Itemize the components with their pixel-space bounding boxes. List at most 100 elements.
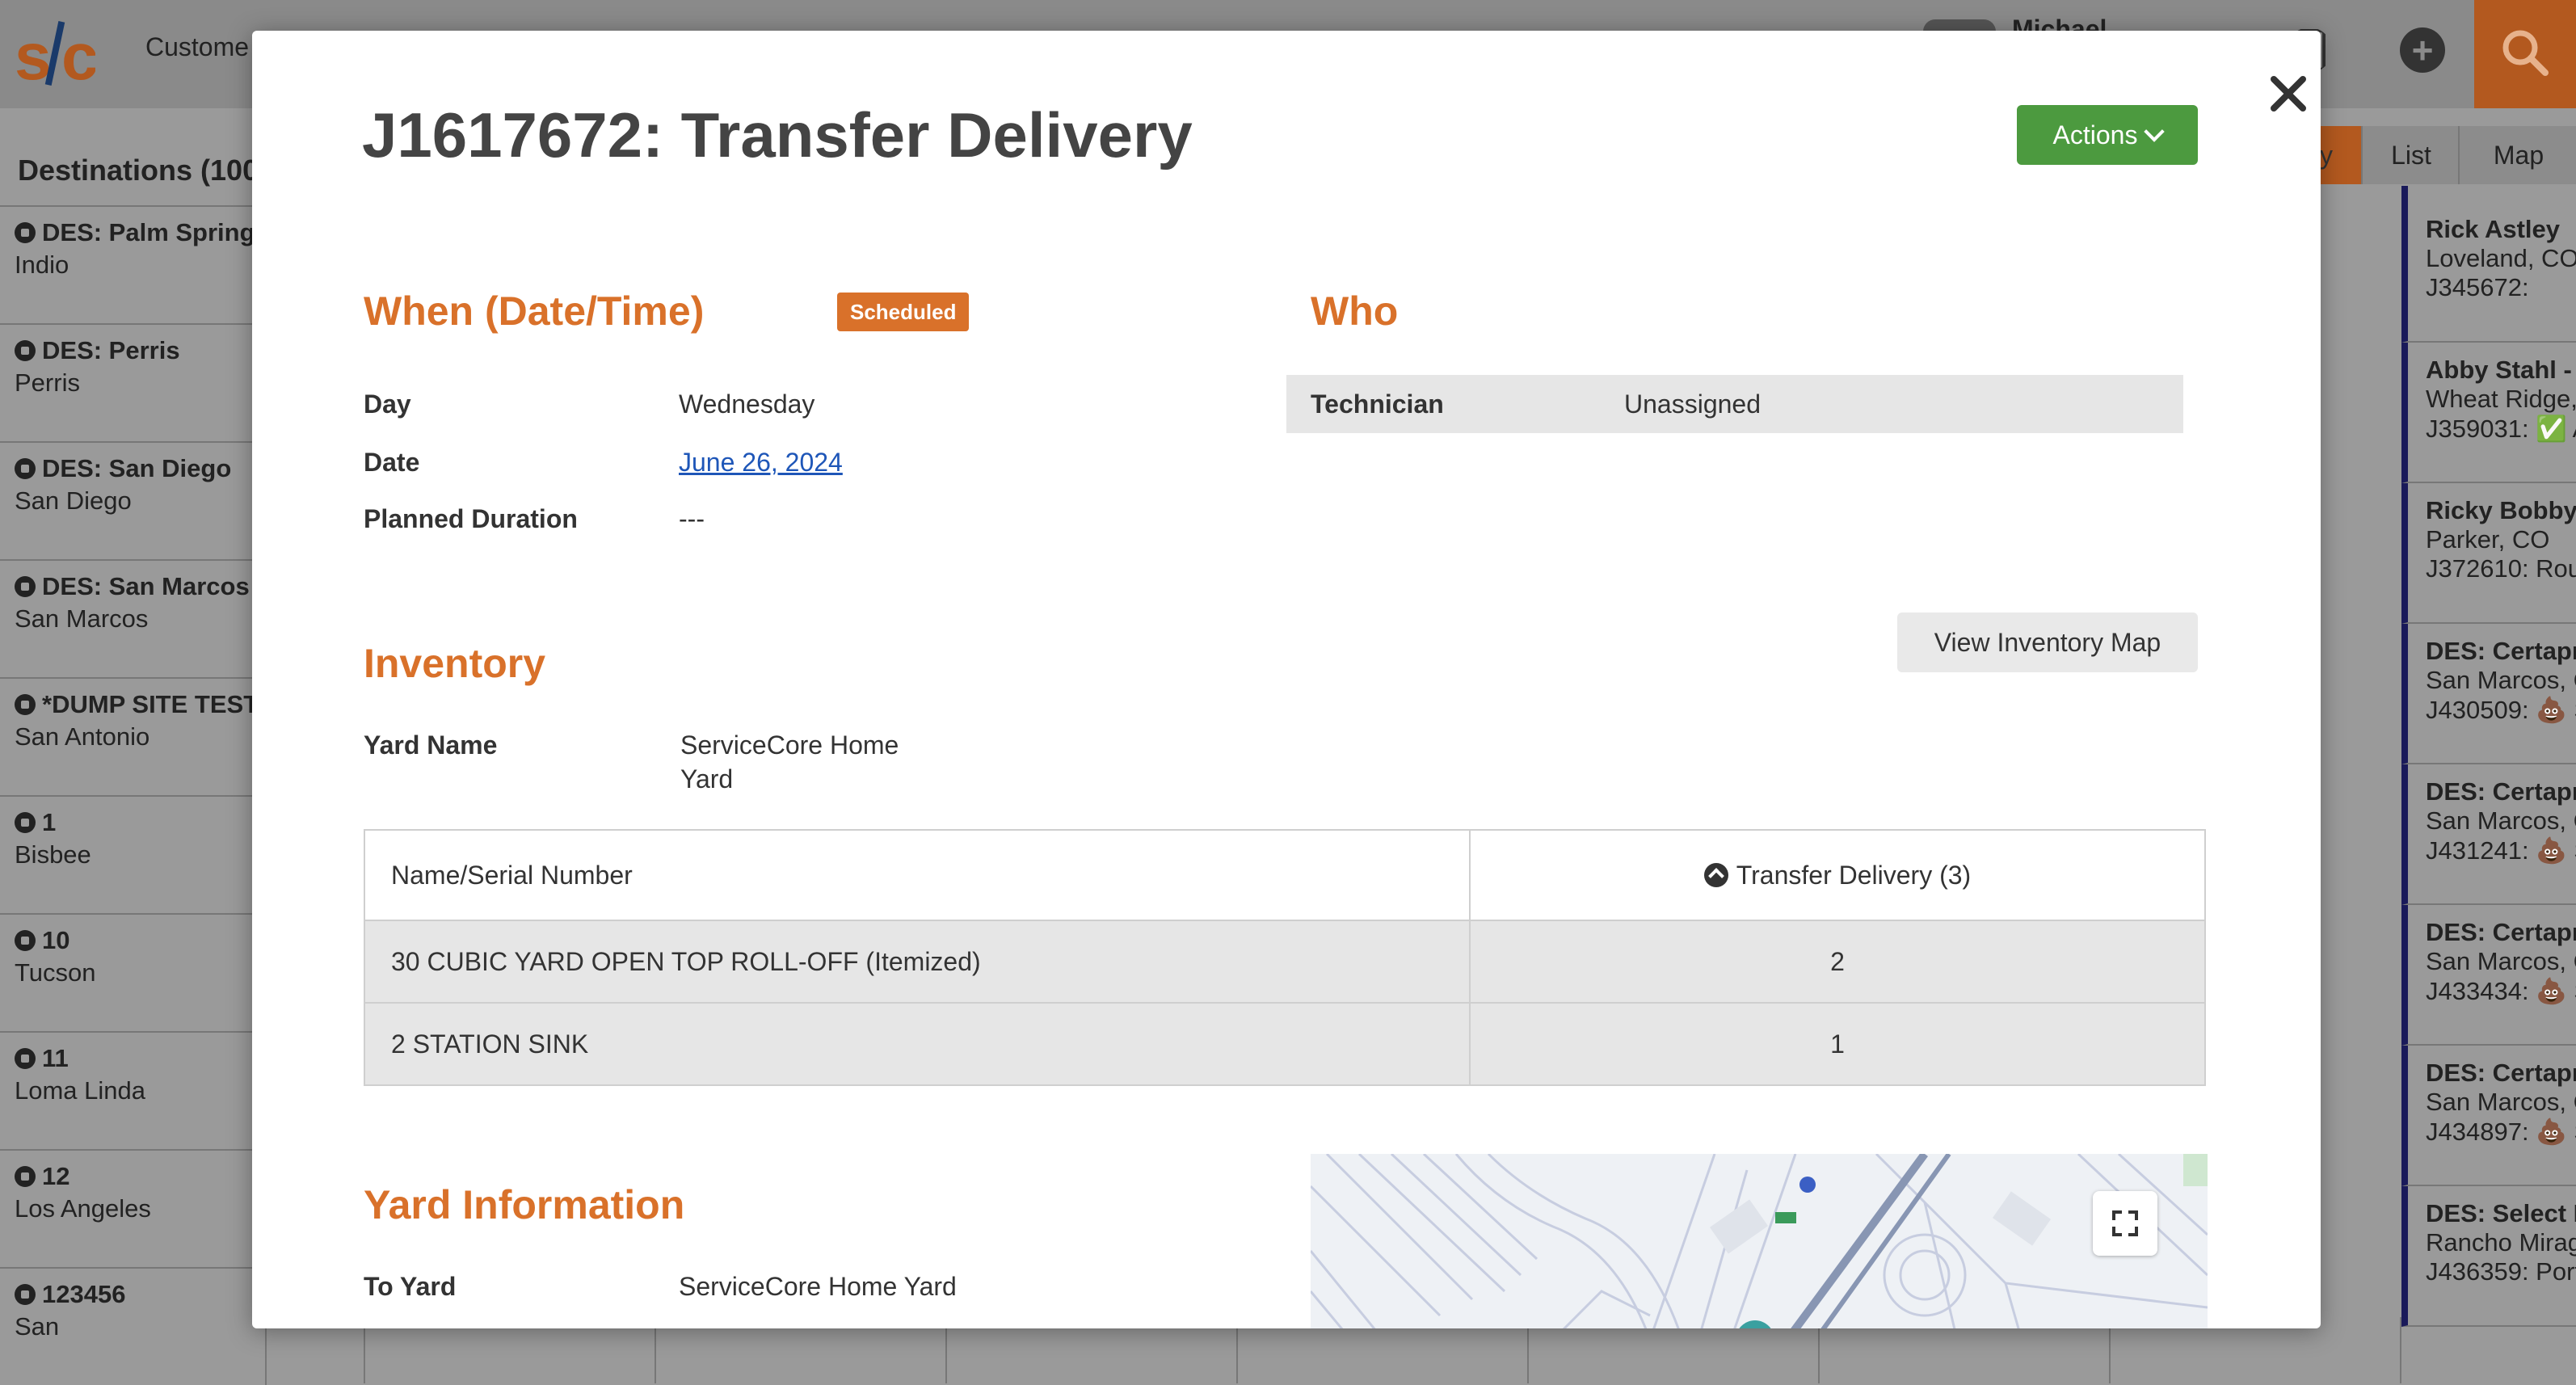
item-qty-cell: 2 xyxy=(1469,920,2206,1004)
list-item[interactable]: DES: San Marcos San Marcos xyxy=(0,559,267,677)
list-item[interactable]: 11 Loma Linda xyxy=(0,1031,267,1149)
stop-circle-icon xyxy=(15,694,36,715)
job-card-location: San Marcos, C xyxy=(2426,806,2576,835)
list-item[interactable]: 1 Bisbee xyxy=(0,795,267,913)
destination-city: San xyxy=(15,1312,60,1341)
destination-city: Indio xyxy=(15,250,69,279)
technician-value: Unassigned xyxy=(1624,389,1761,419)
servicecore-logo-icon[interactable]: s c xyxy=(15,16,95,91)
col-name-serial[interactable]: Name/Serial Number xyxy=(364,829,1471,921)
job-card[interactable]: DES: CertaproSan Marcos, CJ434897: 💩 Se xyxy=(2401,1046,2576,1186)
destination-name-text: 11 xyxy=(42,1044,69,1072)
job-card-name: DES: Select Po xyxy=(2426,1199,2576,1227)
job-card-location: San Marcos, C xyxy=(2426,1088,2576,1116)
destination-name-text: DES: San Marcos xyxy=(42,572,250,600)
list-item[interactable]: 10 Tucson xyxy=(0,913,267,1031)
search-icon xyxy=(2502,30,2549,76)
arrow-up-circle-icon xyxy=(1703,862,1728,887)
day-value: Wednesday xyxy=(679,389,815,419)
map-streets xyxy=(1311,1154,2208,1328)
job-card[interactable]: Ricky Bobby Parker, CO J372610: Rout xyxy=(2401,483,2576,624)
item-name-cell: 30 CUBIC YARD OPEN TOP ROLL-OFF (Itemize… xyxy=(364,920,1471,1004)
stop-circle-icon xyxy=(15,576,36,597)
destination-name-text: 12 xyxy=(42,1162,70,1190)
job-card-name: DES: Certapro xyxy=(2426,918,2576,946)
date-link[interactable]: June 26, 2024 xyxy=(679,448,843,478)
planned-duration-value: --- xyxy=(679,504,705,533)
destination-name: 12 xyxy=(15,1162,265,1191)
job-card-job: J430509: 💩 Se xyxy=(2426,696,2576,724)
list-item[interactable]: DES: Perris Perris xyxy=(0,323,267,441)
table-header-row: Name/Serial Number Transfer Delivery (3) xyxy=(364,829,2206,921)
to-yard-label: To Yard xyxy=(364,1272,457,1301)
job-list-panel: Rick Astley Loveland, CO J345672: Abby Stah… xyxy=(2401,202,2576,1327)
to-yard-value: ServiceCore Home Yard xyxy=(679,1272,957,1301)
list-item[interactable]: 12 Los Angeles xyxy=(0,1149,267,1267)
actions-label: Actions xyxy=(2052,120,2138,149)
fullscreen-button[interactable] xyxy=(2093,1191,2157,1256)
plus-icon[interactable]: + xyxy=(2400,27,2445,73)
nav-customers-link[interactable]: Custome xyxy=(145,32,249,62)
job-card-job: J359031: ✅ Ac xyxy=(2426,415,2576,443)
job-card[interactable]: DES: Select PoRancho MiragJ436359: Porta xyxy=(2401,1186,2576,1327)
actions-button[interactable]: Actions xyxy=(2017,105,2198,165)
destination-name: DES: Palm Springs xyxy=(15,218,269,247)
col-transfer-label: Transfer Delivery (3) xyxy=(1736,860,1972,890)
stop-circle-icon xyxy=(15,1166,36,1187)
tab-list[interactable]: List xyxy=(2361,126,2460,184)
list-item[interactable]: *DUMP SITE TEST San Antonio xyxy=(0,677,267,795)
job-card-location: San Marcos, C xyxy=(2426,947,2576,975)
destination-city: San Diego xyxy=(15,486,132,515)
close-icon[interactable] xyxy=(2248,53,2321,134)
destinations-title: Destinations (100 xyxy=(18,154,259,187)
job-card-job: J436359: Porta xyxy=(2426,1257,2576,1286)
destination-name: 11 xyxy=(15,1044,265,1073)
who-section-title: Who xyxy=(1311,288,1399,334)
list-item[interactable]: DES: Palm Springs Indio xyxy=(0,205,269,323)
job-card[interactable]: DES: CertaproSan Marcos, CJ431241: 💩 Se xyxy=(2401,764,2576,905)
job-card-name: DES: Certapro xyxy=(2426,777,2576,806)
job-card-job: J431241: 💩 Se xyxy=(2426,836,2576,865)
chevron-down-icon xyxy=(2144,121,2166,142)
destination-name: 10 xyxy=(15,926,265,955)
job-card[interactable]: Rick Astley Loveland, CO J345672: xyxy=(2401,202,2576,343)
destination-city: Tucson xyxy=(15,958,96,987)
list-item[interactable]: DES: San Diego San Diego xyxy=(0,441,267,559)
job-card-name: DES: Certapro xyxy=(2426,1059,2576,1087)
destination-name: 1 xyxy=(15,808,265,837)
inventory-table: Name/Serial Number Transfer Delivery (3)… xyxy=(364,829,2206,1086)
modal-title: J1617672: Transfer Delivery xyxy=(362,99,1193,170)
job-card-job: J434897: 💩 Se xyxy=(2426,1118,2576,1146)
stop-circle-icon xyxy=(15,340,36,361)
job-card-job: J345672: xyxy=(2426,273,2529,301)
stop-circle-icon xyxy=(15,222,36,243)
yard-map[interactable] xyxy=(1311,1154,2208,1328)
list-item[interactable]: 123456 San xyxy=(0,1267,267,1385)
table-row: 30 CUBIC YARD OPEN TOP ROLL-OFF (Itemize… xyxy=(364,920,2206,1004)
destination-city: Loma Linda xyxy=(15,1076,146,1105)
table-row: 2 STATION SINK 1 xyxy=(364,1002,2206,1086)
svg-text:s: s xyxy=(15,20,52,91)
expand-icon xyxy=(2112,1210,2138,1236)
job-card[interactable]: Abby Stahl - FWheat Ridge,J359031: ✅ Ac xyxy=(2401,343,2576,483)
search-button[interactable] xyxy=(2474,0,2576,108)
destination-name-text: 123456 xyxy=(42,1280,126,1308)
destination-name: 123456 xyxy=(15,1280,265,1309)
item-name-cell: 2 STATION SINK xyxy=(364,1002,1471,1086)
when-section-title: When (Date/Time) xyxy=(364,288,705,334)
job-card-location: San Marcos, C xyxy=(2426,666,2576,694)
stop-circle-icon xyxy=(15,812,36,833)
destination-city: San Marcos xyxy=(15,604,149,633)
destination-name-text: DES: Palm Springs xyxy=(42,218,269,246)
job-card[interactable]: DES: CertaproSan Marcos, CJ433434: 💩 Se xyxy=(2401,905,2576,1046)
tab-map[interactable]: Map xyxy=(2458,126,2576,184)
item-qty-cell: 1 xyxy=(1469,1002,2206,1086)
job-card-location: Parker, CO xyxy=(2426,525,2550,554)
job-card-name: Rick Astley xyxy=(2426,215,2560,243)
view-inventory-map-button[interactable]: View Inventory Map xyxy=(1897,613,2198,672)
technician-label: Technician xyxy=(1311,389,1444,419)
destination-name: *DUMP SITE TEST xyxy=(15,690,265,719)
job-card[interactable]: DES: CertaproSan Marcos, CJ430509: 💩 Se xyxy=(2401,624,2576,764)
col-transfer-delivery[interactable]: Transfer Delivery (3) xyxy=(1469,829,2206,921)
job-card-job: J433434: 💩 Se xyxy=(2426,977,2576,1005)
